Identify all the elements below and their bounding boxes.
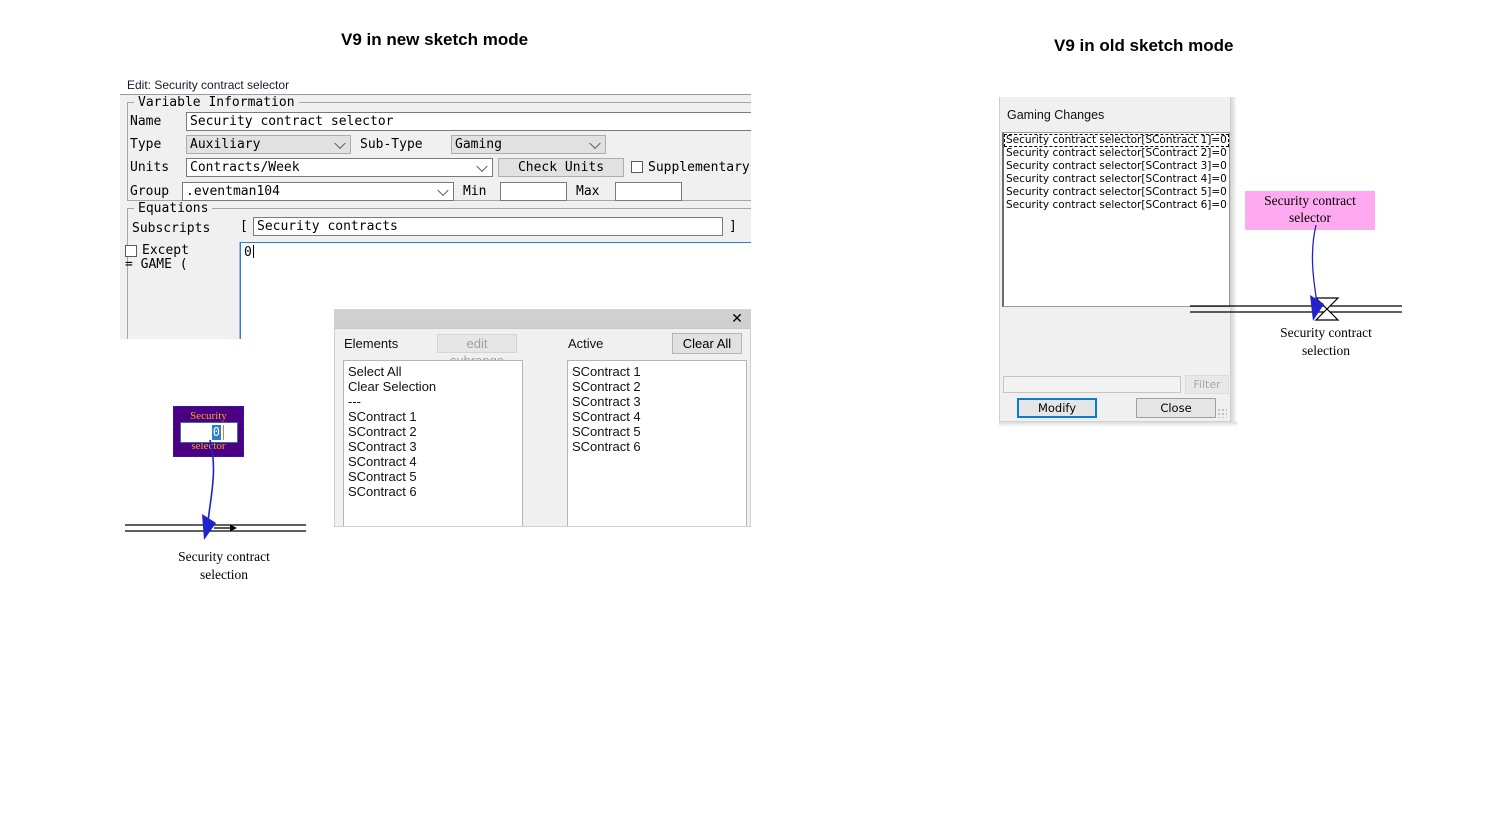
- list-item[interactable]: SContract 2: [348, 424, 522, 439]
- left-flow-caption: Security contract selection: [148, 548, 300, 584]
- elements-header: Elements: [344, 336, 399, 351]
- list-item[interactable]: SContract 6: [348, 484, 522, 499]
- supplementary-label: Supplementary: [648, 160, 750, 175]
- list-item[interactable]: ---: [348, 394, 522, 409]
- list-item[interactable]: Security contract selector[SContract 1]=…: [1004, 134, 1229, 147]
- right-section-title: V9 in old sketch mode: [1054, 36, 1234, 55]
- list-item[interactable]: Select All: [348, 364, 522, 379]
- left-diagram-connectors: [125, 440, 306, 540]
- group-select-value: .eventman104: [186, 184, 280, 199]
- equation-prefix: = GAME (: [125, 257, 188, 272]
- text-caret: [252, 245, 254, 258]
- min-label: Min: [463, 184, 487, 199]
- influence-link-curve[interactable]: [207, 440, 215, 523]
- influence-link-curve[interactable]: [1311, 225, 1318, 304]
- filter-button[interactable]: Filter: [1185, 375, 1229, 394]
- list-item[interactable]: SContract 4: [348, 454, 522, 469]
- right-flow-caption: Security contract selection: [1250, 324, 1402, 360]
- except-checkbox[interactable]: [125, 245, 137, 257]
- check-units-button[interactable]: Check Units: [498, 158, 624, 177]
- edit-dialog-header: Edit: Security contract selector: [127, 78, 290, 92]
- units-label: Units: [130, 160, 170, 175]
- list-item[interactable]: SContract 5: [348, 469, 522, 484]
- list-item[interactable]: SContract 3: [348, 439, 522, 454]
- node-label-line2: selector: [1289, 210, 1331, 225]
- subscripts-input[interactable]: Security contracts: [253, 217, 723, 236]
- gaming-changes-title: Gaming Changes: [1007, 108, 1105, 122]
- close-icon[interactable]: ✕: [729, 309, 745, 327]
- list-item[interactable]: SContract 4: [572, 409, 746, 424]
- chevron-down-icon: [476, 160, 488, 172]
- close-button[interactable]: Close: [1136, 398, 1216, 418]
- edit-subrange-button[interactable]: edit subrange: [437, 334, 517, 368]
- list-item[interactable]: SContract 1: [348, 409, 522, 424]
- list-item[interactable]: SContract 6: [572, 439, 746, 454]
- variable-information-dialog: Variable Information Name Security contr…: [120, 94, 751, 339]
- list-item[interactable]: Clear Selection: [348, 379, 522, 394]
- list-item[interactable]: SContract 1: [572, 364, 746, 379]
- bracket-close: ]: [729, 219, 737, 234]
- active-header: Active: [568, 336, 604, 351]
- right-flow-caption-line2: selection: [1302, 343, 1350, 358]
- clear-all-button[interactable]: Clear All: [672, 333, 742, 354]
- equation-editor-value: 0: [244, 245, 252, 260]
- min-input[interactable]: [500, 182, 567, 201]
- max-label: Max: [576, 184, 600, 199]
- list-item[interactable]: Security contract selector[SContract 5]=…: [1004, 186, 1229, 199]
- name-label: Name: [130, 114, 162, 129]
- list-item[interactable]: SContract 3: [572, 394, 746, 409]
- equations-legend: Equations: [134, 201, 213, 216]
- units-select[interactable]: Contracts/Week: [186, 158, 493, 177]
- left-flow-caption-line1: Security contract: [178, 549, 270, 564]
- list-item[interactable]: SContract 5: [572, 424, 746, 439]
- subtype-select[interactable]: Gaming: [451, 135, 606, 154]
- supplementary-checkbox[interactable]: [631, 161, 643, 173]
- name-input[interactable]: Security contract selector: [186, 112, 751, 131]
- filter-input[interactable]: [1003, 376, 1181, 393]
- bracket-open: [: [240, 219, 248, 234]
- subtype-select-value: Gaming: [455, 137, 502, 152]
- elements-listbox[interactable]: Select All Clear Selection --- SContract…: [343, 360, 523, 526]
- list-item[interactable]: Security contract selector[SContract 2]=…: [1004, 147, 1229, 160]
- node-value-text: 0: [211, 425, 221, 440]
- subscripts-label: Subscripts: [132, 221, 211, 236]
- except-label: Except: [142, 243, 189, 258]
- variable-information-legend: Variable Information: [134, 95, 299, 110]
- type-label: Type: [130, 137, 162, 152]
- type-select[interactable]: Auxiliary: [186, 135, 351, 154]
- node-label-line1: Security: [190, 410, 227, 422]
- right-diagram-connectors: [1190, 225, 1402, 321]
- left-section-title: V9 in new sketch mode: [341, 30, 529, 49]
- list-item[interactable]: Security contract selector[SContract 6]=…: [1004, 199, 1229, 212]
- resize-grip-icon[interactable]: [1217, 408, 1227, 418]
- type-select-value: Auxiliary: [190, 137, 261, 152]
- subtype-label: Sub-Type: [360, 137, 423, 152]
- chevron-down-icon: [437, 184, 449, 196]
- subscript-dialog-titlebar[interactable]: [335, 309, 750, 329]
- dialog-shadow-bottom: [999, 422, 1237, 427]
- node-label-line1: Security contract: [1264, 193, 1356, 208]
- max-input[interactable]: [615, 182, 682, 201]
- group-label: Group: [130, 184, 170, 199]
- chevron-down-icon: [589, 137, 601, 149]
- active-listbox[interactable]: SContract 1 SContract 2 SContract 3 SCon…: [567, 360, 747, 526]
- left-flow-caption-line2: selection: [200, 567, 248, 582]
- modify-button[interactable]: Modify: [1017, 398, 1097, 418]
- subscript-selector-dialog: ✕ Elements edit subrange Active Clear Al…: [334, 309, 751, 527]
- units-select-value: Contracts/Week: [190, 160, 300, 175]
- list-item[interactable]: SContract 2: [572, 379, 746, 394]
- list-item[interactable]: Security contract selector[SContract 3]=…: [1004, 160, 1229, 173]
- group-select[interactable]: .eventman104: [182, 182, 454, 201]
- right-flow-caption-line1: Security contract: [1280, 325, 1372, 340]
- list-item[interactable]: Security contract selector[SContract 4]=…: [1004, 173, 1229, 186]
- chevron-down-icon: [334, 137, 346, 149]
- text-caret: [223, 425, 224, 440]
